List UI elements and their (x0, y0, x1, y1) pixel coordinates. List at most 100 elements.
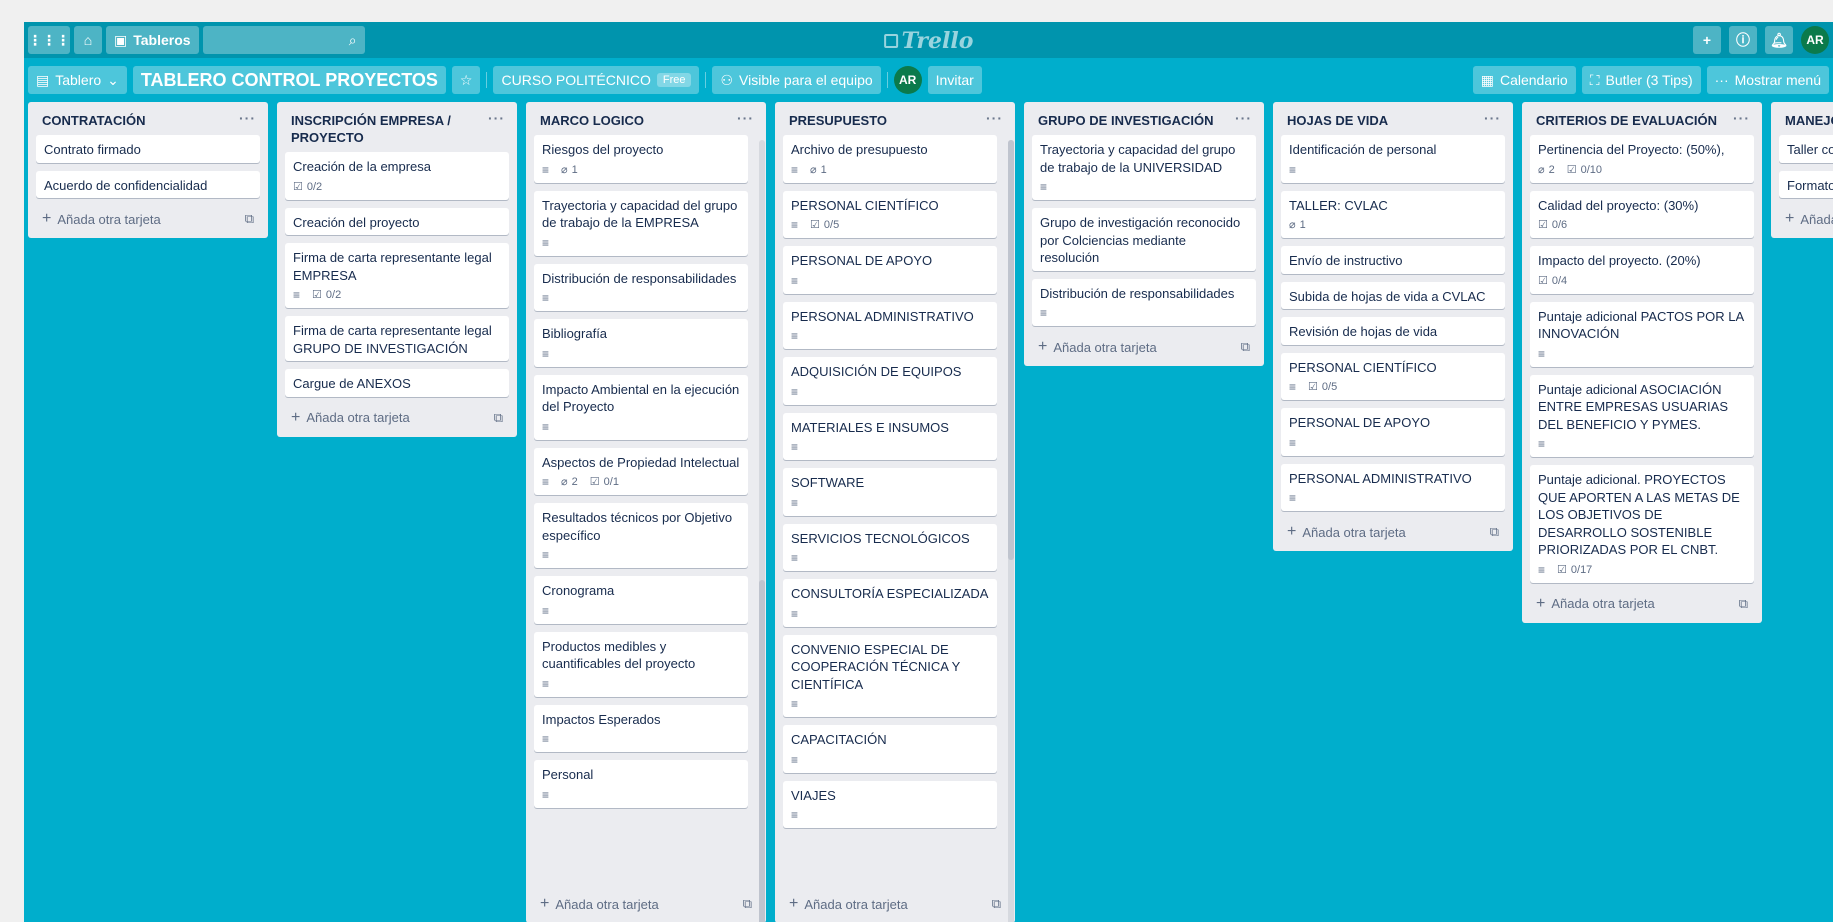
card[interactable]: CONVENIO ESPECIAL DE COOPERACIÓN TÉCNICA… (783, 634, 997, 717)
add-card-button[interactable]: +Añada otra tarjeta ⧉ (36, 206, 260, 238)
add-card-label[interactable]: + Añada otra tarjeta (42, 210, 161, 228)
card[interactable]: PERSONAL DE APOYO ≡ (1281, 408, 1505, 456)
butler-button[interactable]: ⛶ Butler (3 Tips) (1581, 66, 1701, 94)
user-avatar[interactable]: AR (1801, 26, 1829, 54)
list-menu-icon[interactable]: ··· (986, 111, 1003, 125)
card[interactable]: Trayectoria y capacidad del grupo de tra… (1032, 135, 1256, 200)
card[interactable]: Grupo de investigación reconocido por Co… (1032, 208, 1256, 271)
list-title[interactable]: PRESUPUESTO (789, 112, 887, 129)
add-card-label[interactable]: + Añada otra tarjeta (1038, 338, 1157, 356)
card[interactable]: Impacto del proyecto. (20%) ☑ 0/4 (1530, 246, 1754, 294)
card[interactable]: Productos medibles y cuantificables del … (534, 631, 748, 697)
list-title[interactable]: GRUPO DE INVESTIGACIÓN (1038, 112, 1214, 129)
card[interactable]: SERVICIOS TECNOLÓGICOS ≡ (783, 523, 997, 571)
card[interactable]: Bibliografía ≡ (534, 319, 748, 367)
notifications-button[interactable]: 🔔︎ (1765, 26, 1793, 54)
list-menu-icon[interactable]: ··· (1484, 111, 1501, 125)
board-title[interactable]: TABLERO CONTROL PROYECTOS (132, 66, 446, 94)
list-title[interactable]: MANEJO FORMATOS (1785, 112, 1833, 129)
star-button[interactable]: ☆ (451, 66, 481, 94)
boards-button[interactable]: ▣ Tableros (106, 26, 199, 54)
card-template-icon[interactable]: ⧉ (245, 211, 254, 227)
add-card-button[interactable]: +Añada otra tarjeta ⧉ (1530, 591, 1754, 623)
card[interactable]: PERSONAL CIENTÍFICO ≡ ☑ 0/5 (1281, 352, 1505, 400)
list-menu-icon[interactable]: ··· (239, 111, 256, 125)
list-header[interactable]: CONTRATACIÓN ··· (36, 102, 260, 135)
list-title[interactable]: MARCO LOGICO (540, 112, 644, 129)
card[interactable]: Pertinencia del Proyecto: (50%), ⌀ 2 ☑ 0/10 (1530, 135, 1754, 183)
apps-button[interactable]: ⋮⋮⋮ (28, 26, 70, 54)
add-card-label[interactable]: + Añada otra tarjeta (1536, 595, 1655, 613)
card[interactable]: Distribución de responsabilidades ≡ (534, 263, 748, 311)
list-title[interactable]: HOJAS DE VIDA (1287, 112, 1388, 129)
card-template-icon[interactable]: ⧉ (1739, 596, 1748, 612)
card[interactable]: Puntaje adicional PACTOS POR LA INNOVACI… (1530, 301, 1754, 367)
card[interactable]: Resultados técnicos por Objetivo específ… (534, 503, 748, 568)
card[interactable]: Distribución de responsabilidades ≡ (1032, 278, 1256, 326)
card[interactable]: Puntaje adicional. PROYECTOS QUE APORTEN… (1530, 465, 1754, 583)
search-input[interactable]: ⌕ (202, 26, 365, 54)
card[interactable]: ADQUISICIÓN DE EQUIPOS ≡ (783, 357, 997, 405)
card[interactable]: Subida de hojas de vida a CVLAC (1281, 281, 1505, 309)
card[interactable]: VIAJES ≡ (783, 780, 997, 828)
list-header[interactable]: HOJAS DE VIDA ··· (1281, 102, 1505, 135)
home-button[interactable]: ⌂ (74, 26, 102, 54)
card-template-icon[interactable]: ⧉ (1490, 524, 1499, 540)
add-card-label[interactable]: + Añada otra tarjeta (540, 895, 659, 913)
card[interactable]: Creación del proyecto (285, 207, 509, 235)
list-title[interactable]: CRITERIOS DE EVALUACIÓN (1536, 112, 1717, 129)
list-title[interactable]: INSCRIPCIÓN EMPRESA / PROYECTO (291, 112, 488, 146)
list-menu-icon[interactable]: ··· (488, 111, 505, 125)
card[interactable]: Aspectos de Propiedad Intelectual ≡ ⌀ 2 ☑ 0/1 (534, 447, 748, 495)
member-avatar[interactable]: AR (893, 66, 922, 94)
add-card-label[interactable]: + Añada otra tarjeta (1287, 523, 1406, 541)
card[interactable]: PERSONAL DE APOYO ≡ (783, 246, 997, 294)
list-menu-icon[interactable]: ··· (737, 111, 754, 125)
card[interactable]: Firma de carta representante legal EMPRE… (285, 243, 509, 308)
card[interactable]: Taller con (1779, 135, 1833, 163)
card[interactable]: Impactos Esperados ≡ (534, 704, 748, 752)
card[interactable]: Trayectoria y capacidad del grupo de tra… (534, 190, 748, 256)
card[interactable]: PERSONAL ADMINISTRATIVO ≡ (1281, 463, 1505, 511)
card-template-icon[interactable]: ⧉ (992, 896, 1001, 912)
add-card-button[interactable]: +Añada otra tarjeta⧉ (285, 405, 509, 437)
card-template-icon[interactable]: ⧉ (494, 410, 503, 426)
card[interactable]: Cronograma ≡ (534, 576, 748, 624)
add-card-button[interactable]: +Añada otra tarjeta ⧉ (1032, 334, 1256, 366)
list-header[interactable]: PRESUPUESTO ··· (783, 102, 1007, 135)
card[interactable]: SOFTWARE ≡ (783, 468, 997, 516)
list-header[interactable]: GRUPO DE INVESTIGACIÓN ··· (1032, 102, 1256, 135)
card[interactable]: Revisión de hojas de vida (1281, 317, 1505, 345)
card-template-icon[interactable]: ⧉ (743, 896, 752, 912)
list-header[interactable]: CRITERIOS DE EVALUACIÓN ··· (1530, 102, 1754, 135)
info-button[interactable]: ⓘ (1729, 26, 1757, 54)
card[interactable]: Riesgos del proyecto ≡ ⌀ 1 (534, 135, 748, 183)
card[interactable]: Cargue de ANEXOS (285, 369, 509, 397)
trello-logo[interactable]: Trello (883, 28, 973, 54)
list-menu-icon[interactable]: ··· (1733, 111, 1750, 125)
list-header[interactable]: MANEJO FORMATOS··· (1779, 102, 1833, 135)
scrollbar-thumb[interactable] (759, 580, 765, 922)
card[interactable]: Creación de la empresa ☑ 0/2 (285, 152, 509, 200)
add-card-button[interactable]: +Añada otra tarjeta ⧉ (1281, 519, 1505, 551)
card[interactable]: Personal ≡ (534, 760, 748, 808)
card[interactable]: CAPACITACIÓN ≡ (783, 725, 997, 773)
card[interactable]: Impacto Ambiental en la ejecución del Pr… (534, 374, 748, 440)
list-menu-icon[interactable]: ··· (1235, 111, 1252, 125)
add-card-label[interactable]: + Añada otra tarjeta (789, 895, 908, 913)
card[interactable]: MATERIALES E INSUMOS ≡ (783, 412, 997, 460)
card[interactable]: Contrato firmado (36, 135, 260, 163)
add-card-button[interactable]: +Añada otra tarjeta ⧉ (783, 891, 1007, 922)
card[interactable]: Puntaje adicional ASOCIACIÓN ENTRE EMPRE… (1530, 374, 1754, 457)
card[interactable]: TALLER: CVLAC ⌀ 1 (1281, 190, 1505, 238)
card[interactable]: Identificación de personal ≡ (1281, 135, 1505, 183)
add-card-button[interactable]: +Añada otra tarjeta⧉ (1779, 206, 1833, 238)
card[interactable]: Formatos (1779, 170, 1833, 198)
visibility-button[interactable]: ⚇ Visible para el equipo (712, 66, 881, 94)
add-card-label[interactable]: + Añada otra tarjeta (1785, 210, 1833, 228)
create-button[interactable]: + (1693, 26, 1721, 54)
view-switcher[interactable]: ▤ Tablero ⌄ (28, 66, 127, 94)
card-template-icon[interactable]: ⧉ (1241, 339, 1250, 355)
list-header[interactable]: INSCRIPCIÓN EMPRESA / PROYECTO ··· (285, 102, 509, 152)
card[interactable]: Envío de instructivo (1281, 246, 1505, 274)
